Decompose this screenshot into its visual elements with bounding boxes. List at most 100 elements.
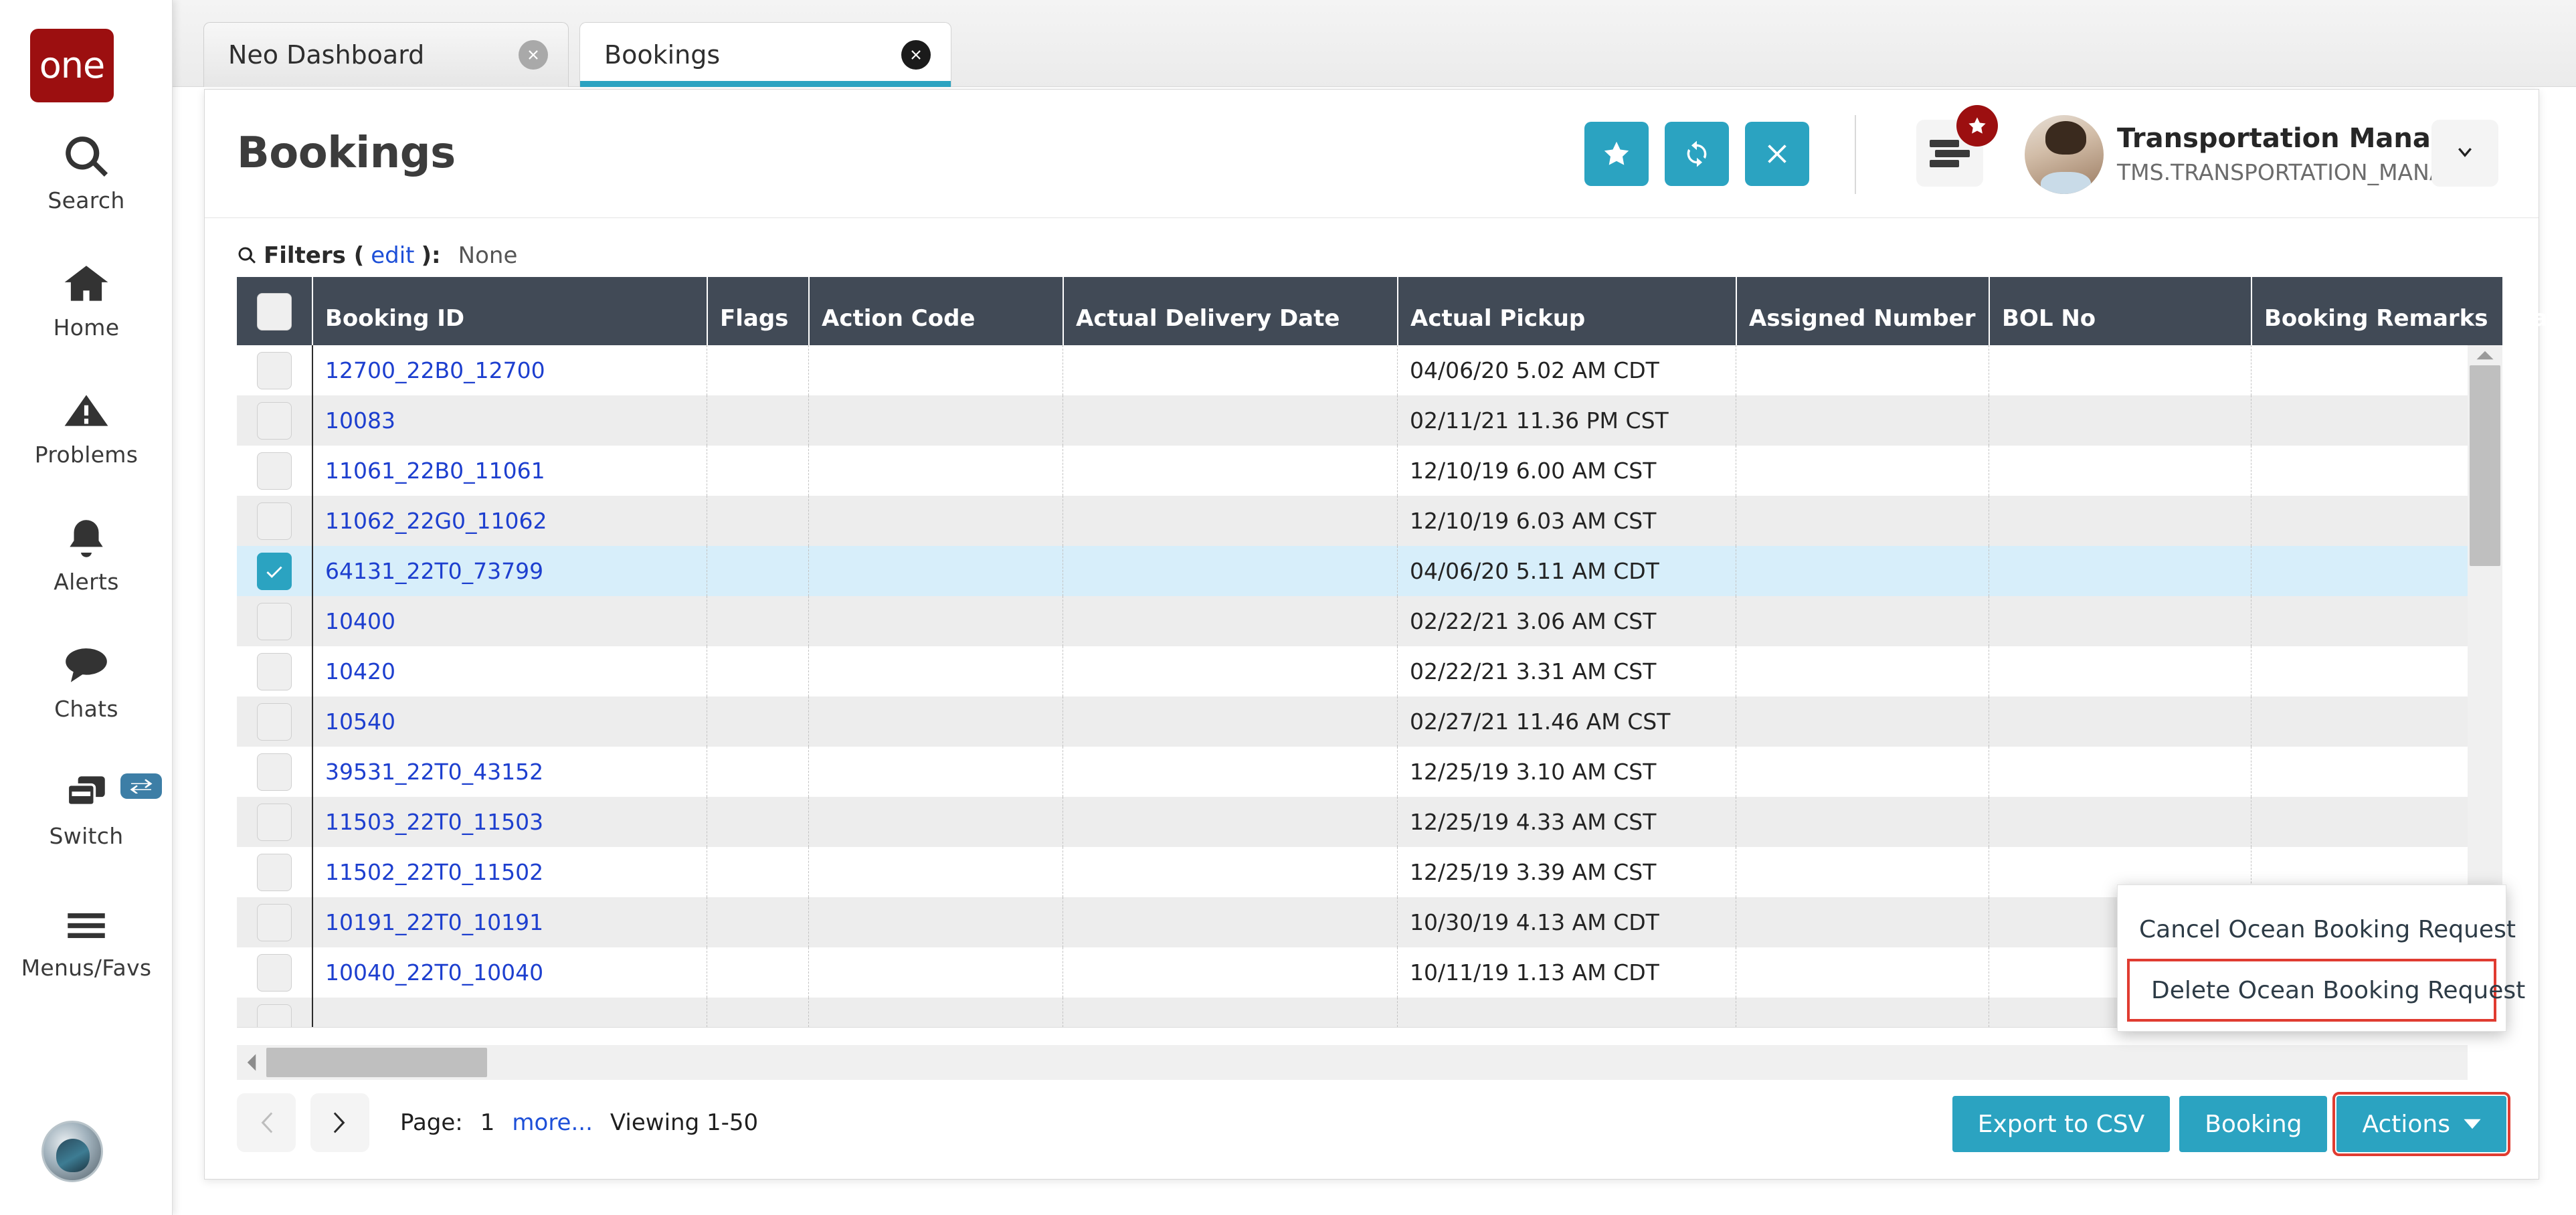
row-checkbox[interactable] (257, 652, 292, 690)
row-checkbox[interactable] (257, 401, 292, 440)
booking-label: Booking (2205, 1110, 2302, 1138)
row-checkbox[interactable] (257, 803, 292, 841)
sidebar-item-home[interactable]: Home (0, 260, 173, 341)
cell-id[interactable]: 10191_22T0_10191 (312, 897, 707, 947)
switch-toggle-badge[interactable] (120, 773, 162, 799)
column-header-booking-remarks[interactable]: Booking Remarks (2251, 277, 2502, 345)
rail-avatar[interactable] (41, 1121, 103, 1182)
refresh-button[interactable] (1665, 122, 1729, 186)
tab-close-icon[interactable] (519, 40, 548, 70)
one-logo[interactable]: one (30, 29, 114, 102)
row-checkbox[interactable] (257, 853, 292, 891)
booking-button[interactable]: Booking (2179, 1096, 2328, 1152)
booking-id-link[interactable]: 10540 (325, 709, 395, 735)
booking-id-link[interactable]: 11502_22T0_11502 (325, 859, 543, 885)
row-checkbox[interactable] (257, 602, 292, 640)
row-checkbox[interactable] (257, 903, 292, 941)
avatar[interactable] (2025, 115, 2104, 194)
column-header-actual-pickup[interactable]: Actual Pickup (1397, 277, 1736, 345)
booking-id-link[interactable]: 10400 (325, 608, 395, 634)
sidebar-item-chats[interactable]: Chats (0, 641, 173, 722)
booking-id-link[interactable]: 10420 (325, 658, 395, 684)
cell-id[interactable]: 10040_22T0_10040 (312, 947, 707, 998)
menu-item-delete-ocean-booking-request[interactable]: Delete Ocean Booking Request (2127, 959, 2525, 1022)
row-checkbox[interactable] (257, 703, 292, 741)
tab-neo-dashboard[interactable]: Neo Dashboard (203, 22, 569, 87)
booking-id-link[interactable]: 10083 (325, 407, 395, 434)
cell-id[interactable]: 10540 (312, 696, 707, 747)
vertical-scroll-thumb[interactable] (2470, 365, 2500, 566)
cell-id[interactable]: 10400 (312, 596, 707, 646)
select-all-checkbox[interactable] (257, 293, 292, 331)
cell-id[interactable] (312, 998, 707, 1027)
booking-id-link[interactable]: 11062_22G0_11062 (325, 508, 547, 534)
booking-id-link[interactable]: 64131_22T0_73799 (325, 558, 543, 584)
table-row[interactable]: 39531_22T0_43152 12/25/19 3.10 AM CST (237, 747, 2502, 797)
column-header-booking-id[interactable]: Booking ID (312, 277, 707, 345)
more-pages-link[interactable]: more... (512, 1109, 593, 1136)
scroll-up-arrow[interactable] (2468, 345, 2502, 365)
row-checkbox[interactable] (257, 1004, 292, 1027)
favorite-button[interactable] (1584, 122, 1649, 186)
row-checkbox[interactable] (257, 753, 292, 791)
actions-button[interactable]: Actions (2332, 1092, 2510, 1156)
row-checkbox[interactable] (257, 502, 292, 540)
column-header-cargo[interactable]: Cargo (2502, 277, 2576, 345)
tab-bookings[interactable]: Bookings (579, 22, 951, 87)
column-header-assigned-number[interactable]: Assigned Number (1736, 277, 1989, 345)
column-header-bol-no[interactable]: BOL No (1989, 277, 2251, 345)
cell-id[interactable]: 10420 (312, 646, 707, 696)
column-header-actual-delivery-date[interactable]: Actual Delivery Date (1063, 277, 1397, 345)
cell-action-code (808, 847, 1063, 897)
menu-item-cancel-ocean-booking-request[interactable]: Cancel Ocean Booking Request (2118, 900, 2516, 959)
horizontal-scrollbar[interactable] (237, 1045, 2468, 1080)
cell-id[interactable]: 64131_22T0_73799 (312, 546, 707, 596)
cell-id[interactable]: 11061_22B0_11061 (312, 446, 707, 496)
list-menu-button[interactable] (1916, 105, 1998, 187)
table-row[interactable]: 10540 02/27/21 11.46 AM CST (237, 696, 2502, 747)
table-row[interactable]: 10420 02/22/21 3.31 AM CST (237, 646, 2502, 696)
row-checkbox[interactable] (257, 351, 292, 389)
booking-id-link[interactable]: 11503_22T0_11503 (325, 809, 543, 835)
booking-id-link[interactable]: 39531_22T0_43152 (325, 759, 543, 785)
cell-id[interactable]: 11502_22T0_11502 (312, 847, 707, 897)
row-checkbox[interactable] (257, 552, 292, 590)
table-row[interactable]: 11062_22G0_11062 12/10/19 6.03 AM CST (237, 496, 2502, 546)
sidebar-item-search[interactable]: Search (0, 132, 173, 213)
column-header-action-code[interactable]: Action Code (808, 277, 1063, 345)
column-header-flags[interactable]: Flags (707, 277, 808, 345)
cell-id[interactable]: 12700_22B0_12700 (312, 345, 707, 395)
horizontal-scroll-thumb[interactable] (266, 1048, 487, 1077)
grid-header-row: Booking ID Flags Action Code Actual Deli… (237, 277, 2576, 345)
tab-close-icon[interactable] (901, 40, 931, 70)
sidebar-item-switch[interactable]: Switch (0, 768, 173, 849)
table-row[interactable]: 11061_22B0_11061 12/10/19 6.00 AM CST (237, 446, 2502, 496)
close-button[interactable] (1745, 122, 1809, 186)
user-menu-button[interactable] (2431, 120, 2498, 187)
table-row[interactable]: 10083 02/11/21 11.36 PM CST (237, 395, 2502, 446)
sidebar-item-menus-favs[interactable]: Menus/Favs (0, 900, 173, 981)
booking-id-link[interactable]: 11061_22B0_11061 (325, 458, 545, 484)
table-row[interactable]: 12700_22B0_12700 04/06/20 5.02 AM CDT (237, 345, 2502, 395)
cell-id[interactable]: 10083 (312, 395, 707, 446)
sidebar-item-problems[interactable]: Problems (0, 387, 173, 468)
booking-id-link[interactable]: 12700_22B0_12700 (325, 357, 545, 383)
cell-id[interactable]: 11062_22G0_11062 (312, 496, 707, 546)
table-row[interactable]: 10400 02/22/21 3.06 AM CST (237, 596, 2502, 646)
sidebar-item-alerts[interactable]: Alerts (0, 514, 173, 595)
booking-id-link[interactable]: 10040_22T0_10040 (325, 959, 543, 986)
table-row[interactable]: 11503_22T0_11503 12/25/19 4.33 AM CST (237, 797, 2502, 847)
row-checkbox[interactable] (257, 953, 292, 992)
cell-id[interactable]: 39531_22T0_43152 (312, 747, 707, 797)
table-row[interactable]: 64131_22T0_73799 04/06/20 5.11 AM CDT (237, 546, 2502, 596)
filters-edit-link[interactable]: edit (371, 242, 414, 269)
scroll-left-arrow[interactable] (237, 1052, 266, 1072)
prev-page-button[interactable] (237, 1093, 296, 1152)
cell-actual-pickup: 02/11/21 11.36 PM CST (1397, 395, 1736, 446)
cell-id[interactable]: 11503_22T0_11503 (312, 797, 707, 847)
export-to-csv-button[interactable]: Export to CSV (1952, 1096, 2171, 1152)
next-page-button[interactable] (310, 1093, 369, 1152)
booking-id-link[interactable]: 10191_22T0_10191 (325, 909, 543, 935)
chevron-left-icon (261, 1112, 273, 1133)
row-checkbox[interactable] (257, 452, 292, 490)
